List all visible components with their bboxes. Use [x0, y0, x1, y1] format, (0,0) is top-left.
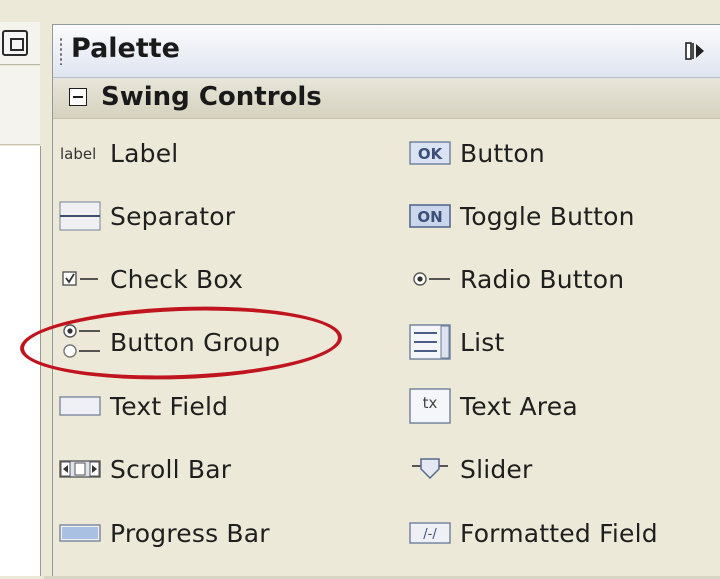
palette-item-formatted-field[interactable]: /-/ Formatted Field	[408, 508, 720, 558]
palette-item-scroll-bar[interactable]: Scroll Bar	[58, 444, 378, 494]
toggle-button-icon: ON	[408, 199, 452, 233]
palette-item-button-text: Button	[460, 138, 545, 168]
button-icon-text: OK	[418, 145, 444, 163]
button-group-icon	[58, 324, 102, 359]
left-panel-content	[0, 146, 41, 576]
scroll-bar-icon	[58, 452, 102, 486]
radio-button-icon	[408, 262, 452, 296]
palette-item-text-area-text: Text Area	[460, 391, 578, 421]
palette-item-progress-bar[interactable]: Progress Bar	[58, 508, 378, 558]
palette-item-slider-text: Slider	[460, 454, 533, 484]
label-icon-text: label	[60, 145, 96, 163]
text-field-icon	[58, 389, 102, 423]
palette-item-toggle-button[interactable]: ON Toggle Button	[408, 191, 720, 241]
palette-item-radio-button-text: Radio Button	[460, 264, 625, 294]
left-panel-toolbar	[0, 66, 40, 145]
text-area-icon: tx	[408, 388, 452, 424]
toggle-button-icon-text: ON	[417, 208, 442, 226]
button-icon: OK	[408, 136, 452, 170]
palette-item-scroll-bar-text: Scroll Bar	[110, 454, 232, 484]
list-icon	[408, 324, 452, 360]
minimize-window-icon[interactable]	[684, 41, 706, 61]
formatted-field-icon-text: /-/	[423, 527, 437, 542]
check-box-icon	[58, 262, 102, 296]
palette-item-toggle-button-text: Toggle Button	[460, 201, 635, 231]
palette-item-radio-button[interactable]: Radio Button	[408, 254, 720, 304]
section-title: Swing Controls	[101, 82, 322, 112]
palette-item-progress-bar-text: Progress Bar	[110, 518, 270, 548]
palette-item-text-field[interactable]: Text Field	[58, 381, 378, 431]
separator-icon	[58, 199, 102, 233]
palette-item-formatted-field-text: Formatted Field	[460, 518, 658, 548]
palette-item-text-field-text: Text Field	[110, 391, 229, 421]
palette-header: Palette	[53, 25, 720, 78]
text-area-icon-text: tx	[423, 394, 438, 412]
palette-item-separator[interactable]: Separator	[58, 191, 378, 241]
swing-controls-section-header[interactable]: Swing Controls	[53, 78, 720, 119]
palette-item-text-area[interactable]: tx Text Area	[408, 381, 720, 431]
palette-item-separator-text: Separator	[110, 201, 236, 231]
palette-item-list-text: List	[460, 327, 505, 357]
progress-bar-icon	[58, 516, 102, 550]
slider-icon	[408, 452, 452, 486]
maximize-icon[interactable]	[2, 30, 28, 56]
palette-item-button-group[interactable]: Button Group	[58, 317, 378, 367]
palette-item-label-text: Label	[110, 138, 179, 168]
palette-item-button-group-text: Button Group	[110, 327, 281, 357]
palette-title: Palette	[71, 33, 180, 64]
palette-item-button[interactable]: OK Button	[408, 128, 720, 178]
left-panel	[0, 0, 44, 579]
drag-grip-icon[interactable]	[59, 37, 63, 65]
formatted-field-icon: /-/	[408, 516, 452, 550]
palette-item-list[interactable]: List	[408, 317, 720, 367]
palette-item-check-box[interactable]: Check Box	[58, 254, 378, 304]
collapse-icon[interactable]	[69, 88, 87, 106]
palette-item-label[interactable]: label Label	[58, 128, 378, 178]
label-icon: label	[58, 136, 102, 170]
palette-item-check-box-text: Check Box	[110, 264, 244, 294]
palette-item-slider[interactable]: Slider	[408, 444, 720, 494]
